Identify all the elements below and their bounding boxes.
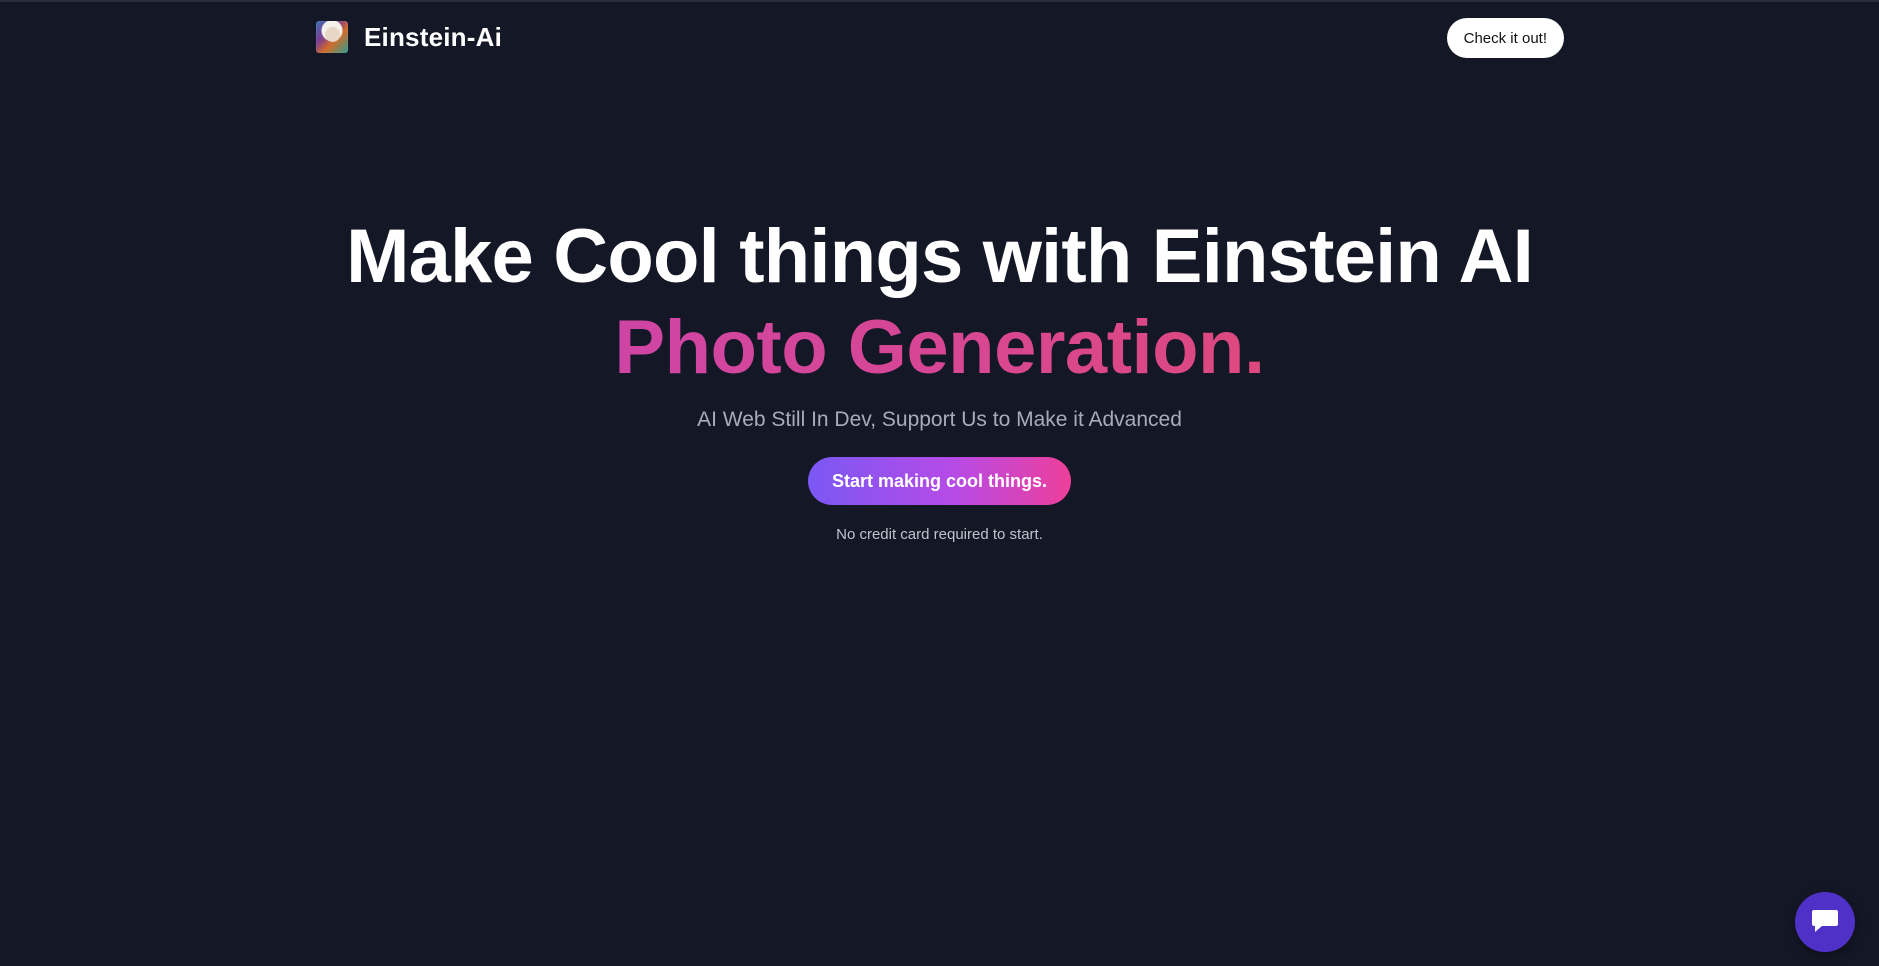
brand-name: Einstein-Ai (364, 21, 502, 52)
check-it-out-button[interactable]: Check it out! (1446, 18, 1564, 58)
chat-icon (1810, 908, 1840, 937)
hero-headline-accent: Photo Generation. (0, 304, 1879, 392)
start-making-button[interactable]: Start making cool things. (807, 457, 1072, 505)
einstein-logo-icon (316, 21, 348, 53)
landing-page: Einstein-Ai Check it out! Make Cool thin… (0, 0, 1879, 966)
chat-widget-button[interactable] (1795, 892, 1855, 952)
cta-container: Start making cool things. (0, 457, 1879, 505)
brand-link[interactable]: Einstein-Ai (316, 21, 502, 53)
hero-section: Make Cool things with Einstein AI Photo … (0, 212, 1879, 545)
hero-subtitle: AI Web Still In Dev, Support Us to Make … (697, 408, 1182, 431)
top-navbar: Einstein-Ai Check it out! (316, 2, 1564, 78)
no-credit-card-note: No credit card required to start. (836, 526, 1043, 543)
hero-headline: Make Cool things with Einstein AI (346, 214, 1534, 299)
